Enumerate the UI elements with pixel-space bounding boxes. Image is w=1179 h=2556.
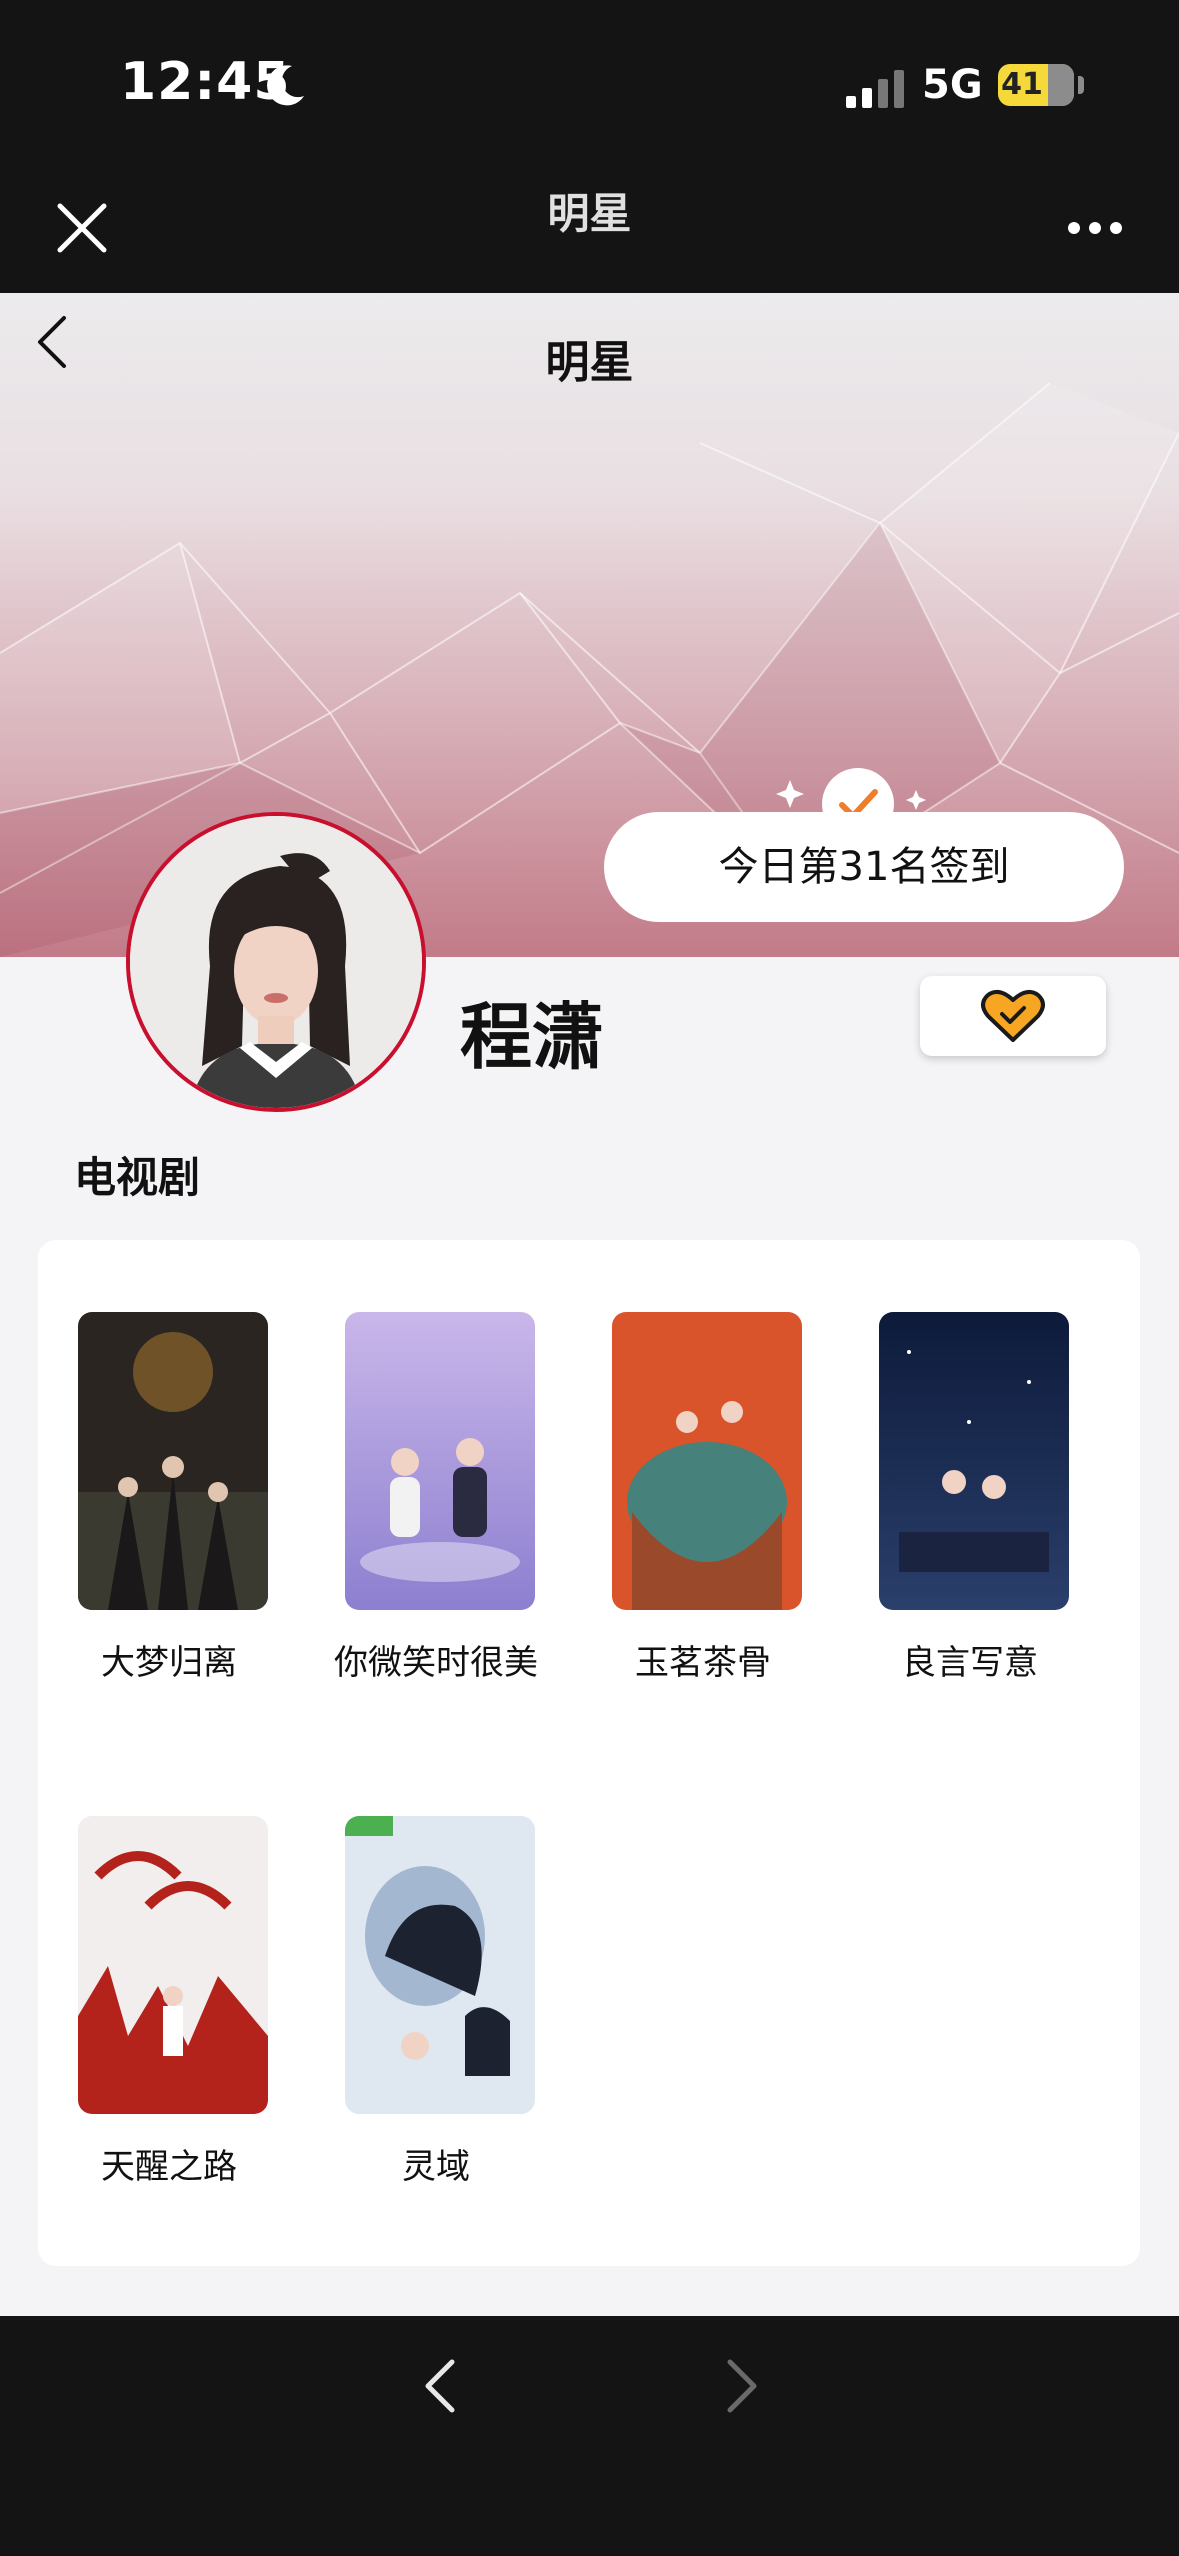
star-name: 程潇 — [460, 995, 605, 1079]
network-type: 5G — [922, 62, 983, 108]
moon-icon — [267, 65, 304, 106]
page-title: 明星 — [545, 337, 634, 388]
drama-title: 玉茗茶骨 — [635, 1643, 771, 1683]
heart-icon — [981, 989, 1045, 1042]
section-title-tv: 电视剧 — [74, 1153, 201, 1202]
battery-nub — [1078, 76, 1084, 94]
drama-poster — [78, 1816, 268, 2114]
nav-back-icon[interactable] — [420, 2354, 460, 2418]
nav-forward-icon[interactable] — [722, 2354, 762, 2418]
signal-icon — [846, 70, 904, 108]
drama-title: 灵域 — [402, 2147, 470, 2187]
battery-icon: 41 — [998, 64, 1074, 106]
avatar-image — [130, 816, 422, 1108]
star-avatar — [126, 812, 426, 1112]
mini-program-title: 明星 — [547, 189, 632, 238]
drama-title: 大梦归离 — [101, 1643, 237, 1683]
follow-button[interactable] — [920, 976, 1106, 1056]
battery-empty-part — [1048, 64, 1074, 106]
drama-poster — [879, 1312, 1069, 1610]
more-icon[interactable] — [1066, 210, 1124, 246]
drama-poster — [612, 1312, 802, 1610]
checkin-text: 今日第31名签到 — [718, 844, 1010, 890]
close-icon[interactable] — [52, 198, 112, 258]
drama-poster — [78, 1312, 268, 1610]
drama-title: 你微笑时很美 — [334, 1643, 538, 1683]
drama-title: 良言写意 — [902, 1643, 1038, 1683]
drama-card: 大梦归离 你微笑时很美 玉茗茶骨 良言写意 天醒之路 灵域 — [38, 1240, 1140, 2266]
drama-poster — [345, 1816, 535, 2114]
bottom-nav-bar — [0, 2316, 1179, 2556]
drama-title: 天醒之路 — [101, 2147, 237, 2187]
battery-level: 41 — [1001, 67, 1043, 102]
top-bar — [0, 0, 1179, 293]
drama-poster — [345, 1312, 535, 1610]
checkin-button[interactable]: 今日第31名签到 — [604, 812, 1124, 922]
